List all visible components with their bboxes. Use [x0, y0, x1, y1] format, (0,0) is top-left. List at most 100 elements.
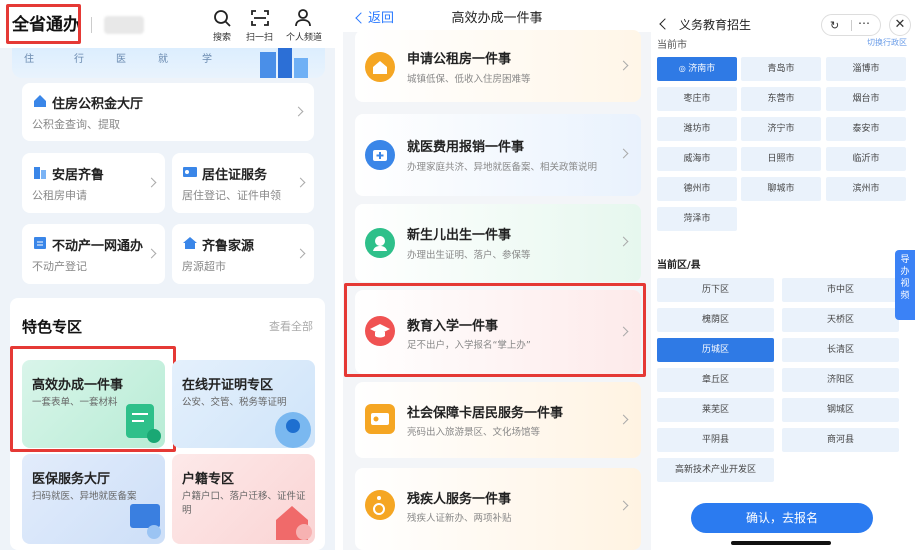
- district-option[interactable]: 天桥区: [782, 308, 899, 332]
- district-option[interactable]: 长清区: [782, 338, 899, 362]
- banner-fragment: 学: [202, 54, 212, 65]
- home-header: 全省通办 搜索 扫一扫 个人频道: [0, 0, 335, 48]
- view-all-link[interactable]: 查看全部: [269, 318, 313, 334]
- chevron-right-icon: [618, 414, 629, 425]
- district-option[interactable]: 槐荫区: [657, 308, 774, 332]
- baby-icon: [365, 228, 395, 258]
- service-item-newborn[interactable]: 新生儿出生一件事 办理出生证明、落户、参保等: [355, 204, 641, 282]
- scan-button[interactable]: 扫一扫: [246, 8, 273, 43]
- highlight-box-title: [6, 4, 81, 44]
- service-item-public-housing[interactable]: 申请公租房一件事 城镇低保、低收入住房困难等: [355, 30, 641, 102]
- district-option[interactable]: 历下区: [657, 278, 774, 302]
- service-subtitle: 亮码出入旅游景区、文化场馆等: [407, 427, 541, 438]
- chevron-right-icon: [293, 106, 304, 117]
- card-title: 安居齐鲁: [52, 168, 105, 183]
- home-icon: [183, 237, 197, 249]
- city-option[interactable]: 德州市: [657, 177, 737, 201]
- search-icon: [214, 10, 231, 27]
- refresh-icon[interactable]: ↻: [830, 19, 839, 32]
- district-section-label: 当前区/县: [657, 260, 701, 271]
- city-option[interactable]: 日照市: [741, 147, 821, 171]
- city-option[interactable]: 泰安市: [826, 117, 906, 141]
- service-title: 就医费用报销一件事: [407, 140, 525, 155]
- district-option[interactable]: 平阴县: [657, 428, 774, 452]
- service-subtitle: 残疾人证新办、两项补贴: [407, 513, 512, 524]
- district-option[interactable]: 市中区: [782, 278, 899, 302]
- search-button[interactable]: 搜索: [212, 8, 232, 43]
- chevron-right-icon: [618, 60, 629, 71]
- service-subtitle: 办理出生证明、落户、参保等: [407, 250, 531, 261]
- card-qilu-jiayuan[interactable]: 齐鲁家源 房源超市: [172, 224, 314, 284]
- card-anju[interactable]: 安居齐鲁 公租房申请: [22, 153, 165, 213]
- housing-fund-card[interactable]: 住房公积金大厅 公积金查询、提取: [22, 83, 314, 141]
- card-residence-permit[interactable]: 居住证服务 居住登记、证件申领: [172, 153, 314, 213]
- close-icon[interactable]: ✕: [889, 14, 911, 36]
- card-title: 居住证服务: [202, 168, 268, 183]
- district-option[interactable]: 章丘区: [657, 368, 774, 392]
- home-panel: 全省通办 搜索 扫一扫 个人频道 住 行 医 就 学 住房公积金大厅 公积金查询…: [0, 0, 335, 550]
- building-illustration: [260, 48, 308, 78]
- city-option[interactable]: 聊城市: [741, 177, 821, 201]
- search-label: 搜索: [212, 33, 231, 43]
- house-icon: [365, 52, 395, 82]
- service-agent-icon: [275, 412, 311, 448]
- wheelchair-icon: [365, 490, 395, 520]
- tile-household-registration[interactable]: 户籍专区 户籍户口、落户迁移、证件证明: [172, 454, 315, 544]
- district-option[interactable]: 历城区: [657, 338, 774, 362]
- city-option[interactable]: 济宁市: [741, 117, 821, 141]
- back-chevron-icon[interactable]: [659, 18, 671, 30]
- person-icon: [295, 9, 311, 27]
- service-title: 新生儿出生一件事: [407, 228, 512, 243]
- district-option[interactable]: 钢城区: [782, 398, 899, 422]
- city-option[interactable]: 淄博市: [826, 57, 906, 81]
- banner-fragment: 医: [116, 54, 126, 65]
- guide-video-tab[interactable]: 导办视频: [895, 250, 915, 320]
- chs-card-icon: [130, 504, 161, 539]
- personal-channel-button[interactable]: 个人频道: [286, 8, 322, 43]
- district-option[interactable]: 济阳区: [782, 368, 899, 392]
- banner-fragment: 就: [158, 54, 168, 65]
- service-subtitle: 城镇低保、低收入住房困难等: [407, 74, 531, 85]
- section-title: 特色专区: [22, 318, 83, 336]
- mini-program-capsule[interactable]: ↻ ⋯: [821, 14, 881, 36]
- more-icon[interactable]: ⋯: [858, 16, 870, 30]
- city-option[interactable]: 菏泽市: [657, 207, 737, 231]
- tile-title: 医保服务大厅: [32, 472, 111, 487]
- city-option[interactable]: 东营市: [741, 87, 821, 111]
- card-title: 齐鲁家源: [202, 239, 255, 254]
- card-subtitle: 公租房申请: [32, 189, 87, 202]
- card-real-estate[interactable]: 不动产一网通办 不动产登记: [22, 224, 165, 284]
- location-blurred: [104, 16, 144, 34]
- city-option[interactable]: 潍坊市: [657, 117, 737, 141]
- city-option[interactable]: 枣庄市: [657, 87, 737, 111]
- chevron-right-icon: [618, 236, 629, 247]
- district-option[interactable]: 商河县: [782, 428, 899, 452]
- confirm-enroll-button[interactable]: 确认，去报名: [691, 503, 873, 533]
- district-option[interactable]: 莱芜区: [657, 398, 774, 422]
- city-option[interactable]: 滨州市: [826, 177, 906, 201]
- switch-region-link[interactable]: 切换行政区: [867, 37, 907, 48]
- city-option[interactable]: 临沂市: [826, 147, 906, 171]
- featured-section: 特色专区 查看全部 高效办成一件事 一套表单、一套材料 在线开证明专区 公安、交…: [10, 298, 325, 550]
- city-option[interactable]: 威海市: [657, 147, 737, 171]
- house-icon: [34, 95, 46, 107]
- service-item-disability[interactable]: 残疾人服务一件事 残疾人证新办、两项补贴: [355, 468, 641, 550]
- tile-title: 户籍专区: [182, 472, 235, 487]
- district-option[interactable]: 高新技术产业开发区: [657, 458, 774, 482]
- city-label: 济南市: [688, 64, 716, 74]
- tile-online-certificate[interactable]: 在线开证明专区 公安、交管、税务等证明: [172, 360, 315, 448]
- service-item-medical-reimbursement[interactable]: 就医费用报销一件事 办理家庭共济、异地就医备案、相关政策说明: [355, 114, 641, 196]
- id-card-icon: [183, 167, 197, 177]
- chevron-right-icon: [618, 148, 629, 159]
- city-option[interactable]: ◎ 济南市: [657, 57, 737, 81]
- building-icon: [34, 167, 46, 179]
- city-option[interactable]: 青岛市: [741, 57, 821, 81]
- city-option[interactable]: 烟台市: [826, 87, 906, 111]
- service-item-social-security-card[interactable]: 社会保障卡居民服务一件事 亮码出入旅游景区、文化场馆等: [355, 382, 641, 458]
- tile-medical-insurance[interactable]: 医保服务大厅 扫码就医、异地就医备案: [22, 454, 165, 544]
- highlight-box-education: [344, 283, 646, 377]
- efficient-service-panel: 高效办成一件事 返回 申请公租房一件事 城镇低保、低收入住房困难等 就医费用报销…: [343, 0, 651, 550]
- compulsory-education-panel: 义务教育招生 ↻ ⋯ ✕ 当前市 切换行政区 ◎ 济南市 青岛市 淄博市 枣庄市 东营市…: [651, 0, 915, 550]
- back-button[interactable]: 返回: [355, 7, 394, 26]
- house-person-icon: [276, 506, 312, 540]
